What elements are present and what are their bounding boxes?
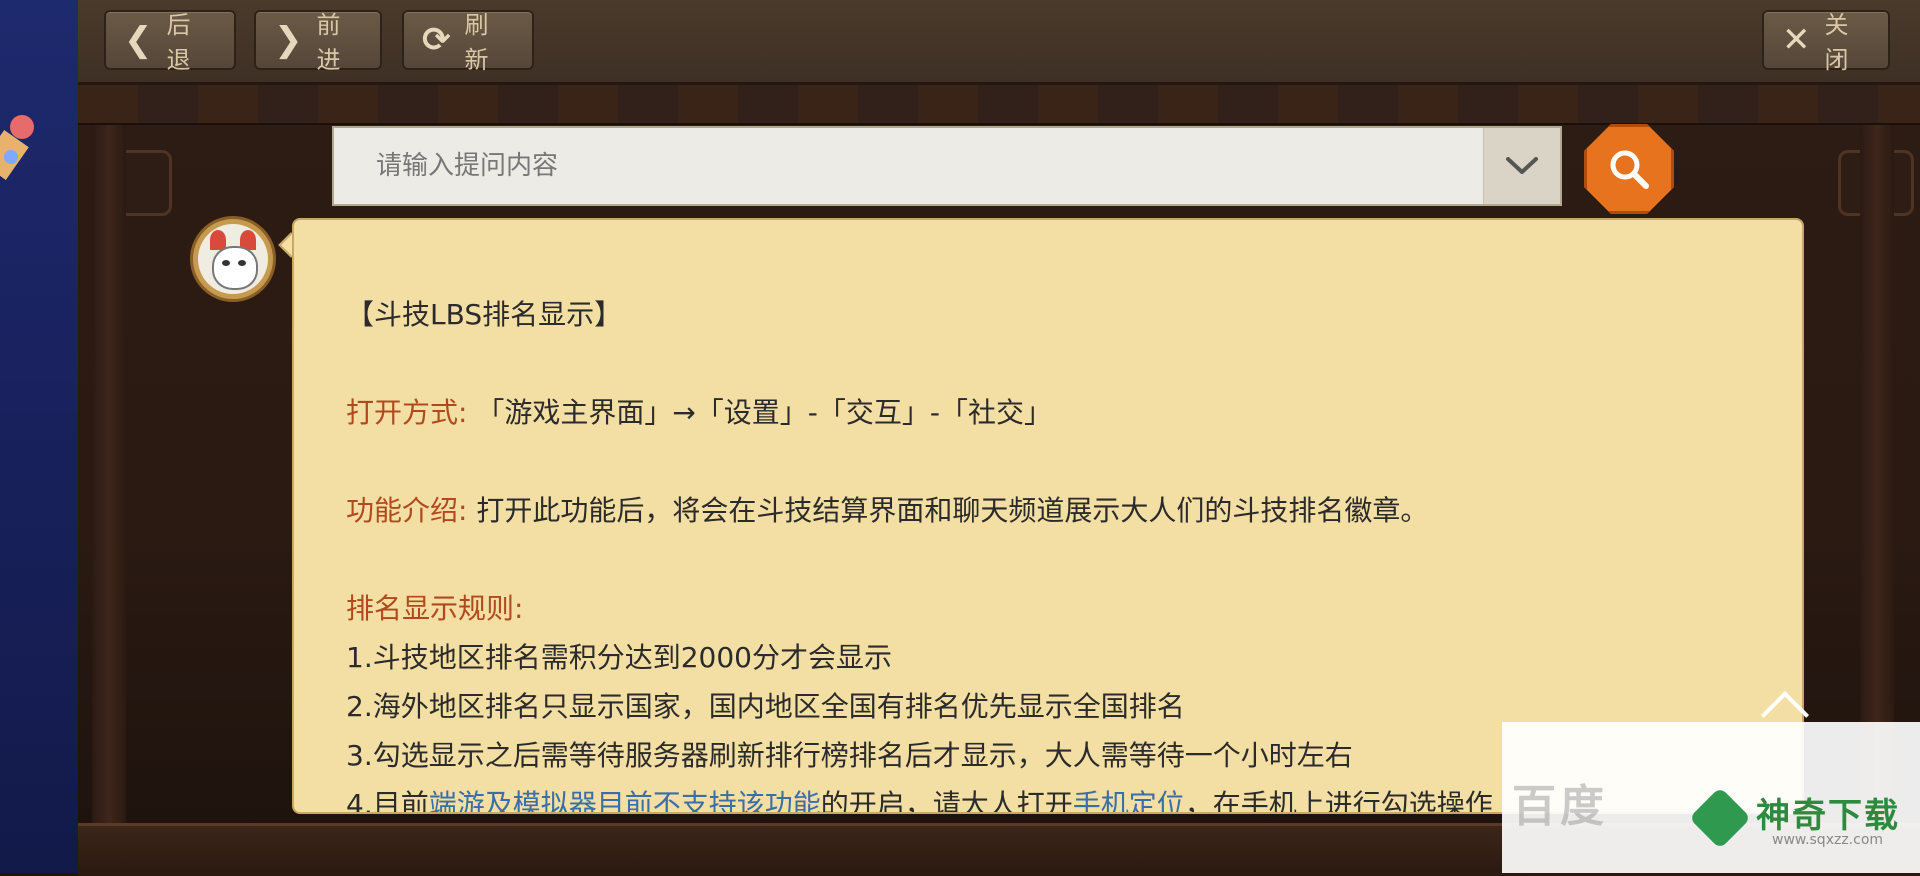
open-method-label: 打开方式: xyxy=(346,396,468,429)
carved-pillar-left xyxy=(92,125,126,825)
chevron-down-icon xyxy=(1506,157,1538,174)
intro-label: 功能介绍: xyxy=(346,494,468,527)
rules-title: 排名显示规则: xyxy=(346,592,524,625)
close-label: 关闭 xyxy=(1824,11,1851,74)
open-method-row: 打开方式: 「游戏主界面」→「设置」-「交互」-「社交」 xyxy=(346,388,1766,437)
rule4-middle: 的开启，请大人打开 xyxy=(820,788,1073,814)
search-icon xyxy=(1610,150,1649,189)
intro-text: 打开此功能后，将会在斗技结算界面和聊天频道展示大人们的斗技排名徽章。 xyxy=(476,494,1429,527)
forward-label: 前进 xyxy=(316,11,343,74)
intro-row: 功能介绍: 打开此功能后，将会在斗技结算界面和聊天频道展示大人们的斗技排名徽章。 xyxy=(346,486,1766,535)
close-button[interactable]: ✕ 关闭 xyxy=(1762,10,1890,74)
watermark-faded-text: 百度 xyxy=(1512,781,1608,832)
unsupported-platforms-link[interactable]: 端游及模拟器目前不支持该功能 xyxy=(429,788,821,812)
carved-pillar-right xyxy=(1860,125,1894,825)
star-decoration xyxy=(4,150,18,164)
chevron-right-icon: ❯ xyxy=(274,20,305,60)
search-bar xyxy=(332,126,1562,206)
article-title: 【斗技LBS排名显示】 xyxy=(346,298,623,331)
watermark-url: www.sqxzz.com xyxy=(1772,832,1884,848)
search-input[interactable] xyxy=(334,128,1486,204)
refresh-icon: ⟳ xyxy=(422,20,453,60)
back-button[interactable]: ❮ 后退 xyxy=(104,10,236,74)
rule-item: 1.斗技地区排名需积分达到2000分才会显示 xyxy=(346,641,892,674)
phone-location-link[interactable]: 手机定位 xyxy=(1073,788,1185,812)
avatar xyxy=(190,216,276,302)
star-decoration xyxy=(10,115,34,139)
search-dropdown-button[interactable] xyxy=(1483,128,1560,204)
close-icon: ✕ xyxy=(1782,20,1813,60)
refresh-label: 刷新 xyxy=(464,11,491,74)
watermark-name: 神奇下载 xyxy=(1756,796,1900,836)
forward-button[interactable]: ❯ 前进 xyxy=(254,10,382,74)
background-left-strip xyxy=(0,0,78,873)
rule4-prefix: 4.目前 xyxy=(346,788,429,814)
refresh-button[interactable]: ⟳ 刷新 xyxy=(402,10,534,74)
carved-beam-top xyxy=(78,85,1920,125)
search-button[interactable] xyxy=(1584,124,1674,214)
open-method-text: 「游戏主界面」→「设置」-「交互」-「社交」 xyxy=(476,396,1053,429)
rule4-suffix: ，在手机上进行勾选操作 xyxy=(1184,788,1493,814)
fox-character-icon xyxy=(198,224,268,294)
chevron-left-icon: ❮ xyxy=(124,20,155,60)
back-label: 后退 xyxy=(166,11,193,74)
